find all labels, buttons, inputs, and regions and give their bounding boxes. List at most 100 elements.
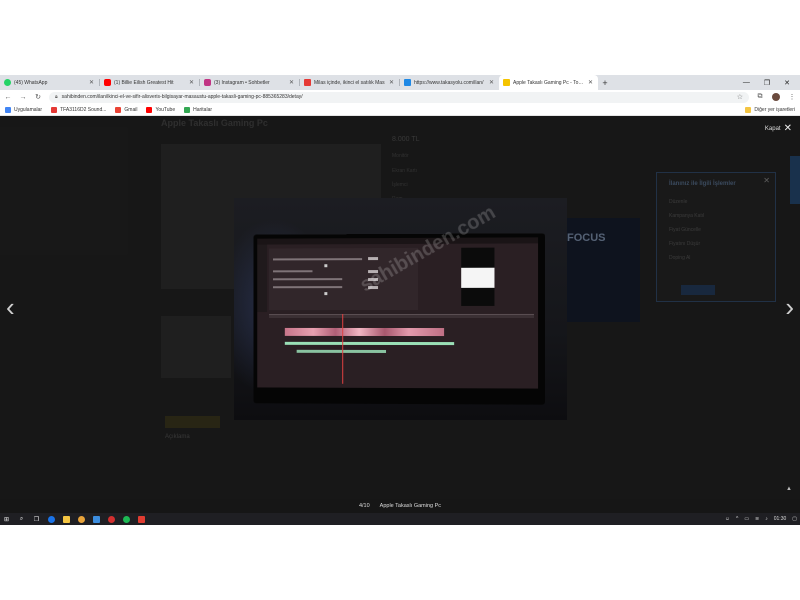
gmail-icon (115, 106, 122, 113)
next-image-icon[interactable]: › (785, 294, 794, 320)
close-icon[interactable]: ✕ (89, 79, 95, 86)
bookmark-label: YouTube (155, 106, 176, 113)
back-icon[interactable]: ← (4, 94, 12, 101)
volume-icon[interactable]: ♪ (765, 516, 768, 522)
wifi-icon[interactable]: ≋ (755, 516, 759, 522)
bookmark-sound[interactable]: TFA3116D2 Sound... (51, 106, 107, 113)
windows-taskbar: ⊞ ⌕ ❐ ☺ ^ ▭ ≋ ♪ 01:30 ▢ (0, 513, 800, 525)
tab-sahibinden-milas[interactable]: Milas içinde, ikinci el satılık Mas ✕ (300, 75, 399, 90)
checkbox (324, 292, 328, 296)
browser-tab-strip: (45) WhatsApp ✕ (1) Billie Eilish Greate… (0, 75, 800, 90)
tab-label: https://www.takasyolu.com/ilan/ (414, 79, 484, 86)
edge-icon[interactable] (48, 515, 55, 523)
extension-icon[interactable]: ⧉ (756, 93, 764, 101)
audio-track (284, 341, 455, 346)
app-icon[interactable] (93, 515, 100, 523)
tab-label: (45) WhatsApp (14, 79, 48, 86)
tab-whatsapp[interactable]: (45) WhatsApp ✕ (0, 75, 99, 90)
address-bar-row: ← → ↻ 🔒︎ sahibinden.com/ilan/ikinci-el-v… (0, 90, 800, 104)
editor-toolbar (257, 244, 268, 313)
expand-caption-icon[interactable]: ▲ (786, 486, 792, 492)
task-view-icon[interactable]: ❐ (33, 516, 40, 523)
checkbox (324, 264, 328, 268)
people-icon[interactable]: ☺ (725, 516, 730, 522)
tab-label: (3) Instagram • Sohbetler (214, 79, 270, 86)
top-margin (0, 0, 800, 75)
video-track (284, 327, 445, 337)
bookmark-label: Haritalar (193, 106, 213, 113)
youtube-icon (146, 106, 153, 113)
new-tab-button[interactable]: + (598, 75, 612, 90)
bookmark-star-icon[interactable]: ☆ (737, 93, 743, 101)
close-icon[interactable]: ✕ (389, 79, 395, 86)
image-caption: Apple Takaslı Gaming Pc (379, 503, 442, 509)
chrome-icon[interactable] (78, 515, 85, 523)
bookmark-label: Gmail (124, 106, 138, 113)
previous-image-icon[interactable]: ‹ (6, 294, 15, 320)
tab-instagram[interactable]: (3) Instagram • Sohbetler ✕ (200, 75, 299, 90)
takasyolu-icon (404, 79, 411, 86)
slider-row (272, 258, 363, 261)
close-icon[interactable]: ✕ (489, 79, 495, 86)
system-tray: ☺ ^ ▭ ≋ ♪ 01:30 ▢ (725, 516, 797, 522)
windows-start-icon[interactable]: ⊞ (3, 516, 10, 523)
apps-grid-icon (5, 106, 11, 113)
tab-label: (1) Billie Eilish Greatest Hit (114, 79, 174, 86)
office-icon[interactable] (138, 515, 145, 523)
bookmark-favicon (51, 106, 58, 113)
chevron-up-icon[interactable]: ^ (736, 516, 738, 522)
spotify-icon[interactable] (123, 515, 130, 523)
bookmark-maps[interactable]: Haritalar (184, 106, 213, 113)
preview-frame (461, 267, 495, 288)
close-label: Kapat (764, 125, 781, 132)
clock[interactable]: 01:30 (774, 516, 787, 522)
close-icon[interactable]: ✕ (189, 79, 195, 86)
url-input[interactable]: 🔒︎ sahibinden.com/ilan/ikinci-el-ve-sifi… (49, 91, 749, 103)
bookmarks-bar: Uygulamalar TFA3116D2 Sound... Gmail You… (0, 104, 800, 116)
tab-youtube[interactable]: (1) Billie Eilish Greatest Hit ✕ (100, 75, 199, 90)
whatsapp-icon (4, 79, 11, 86)
tab-label: Milas içinde, ikinci el satılık Mas (314, 79, 385, 86)
youtube-icon (104, 79, 111, 86)
tab-apple-gaming-pc[interactable]: Apple Takaslı Gaming Pc - Toplu ✕ (499, 75, 598, 90)
close-icon[interactable]: ✕ (289, 79, 295, 86)
tab-label: Apple Takaslı Gaming Pc - Toplu (513, 79, 585, 86)
lightbox-close-button[interactable]: Kapat ✕ (765, 123, 792, 134)
other-bookmarks[interactable]: Diğer yer işaretleri (745, 106, 795, 113)
opera-icon[interactable] (108, 515, 115, 523)
minimize-icon[interactable]: — (743, 79, 750, 86)
editor-menubar (257, 237, 539, 245)
bookmark-label: TFA3116D2 Sound... (60, 106, 107, 113)
restore-icon[interactable]: ❐ (764, 79, 770, 87)
sahibinden-icon (304, 79, 311, 86)
bookmark-label: Diğer yer işaretleri (754, 106, 795, 113)
search-icon[interactable]: ⌕ (18, 516, 25, 523)
close-icon[interactable]: ✕ (588, 79, 594, 86)
bookmark-apps[interactable]: Uygulamalar (5, 106, 42, 113)
close-window-icon[interactable]: ✕ (784, 79, 790, 87)
lightbox-photo: sahibinden.com (234, 198, 567, 420)
lightbox-caption-bar: 4/10 Apple Takaslı Gaming Pc (0, 499, 800, 513)
bookmark-gmail[interactable]: Gmail (115, 106, 138, 113)
reload-icon[interactable]: ↻ (34, 93, 42, 101)
notifications-icon[interactable]: ▢ (792, 516, 797, 522)
sahibinden-icon (503, 79, 510, 86)
toolbar-right: ⧉ ⋮ (756, 93, 796, 101)
maps-icon (184, 106, 191, 113)
bottom-margin (0, 525, 800, 600)
lock-icon: 🔒︎ (55, 94, 58, 100)
timeline-playhead (342, 314, 344, 384)
folder-icon (745, 106, 752, 113)
avatar[interactable] (772, 93, 780, 101)
forward-icon[interactable]: → (19, 94, 27, 101)
timeline-ruler (269, 313, 534, 319)
slider-row (272, 286, 343, 289)
menu-icon[interactable]: ⋮ (788, 93, 796, 101)
battery-icon[interactable]: ▭ (744, 516, 749, 522)
page-viewport: Apple Takaslı Gaming Pc 8.000 TL Monitör… (0, 116, 800, 508)
bookmark-youtube[interactable]: YouTube (146, 106, 176, 113)
editor-preview (461, 247, 495, 306)
tab-takasyolu[interactable]: https://www.takasyolu.com/ilan/ ✕ (400, 75, 499, 90)
file-explorer-icon[interactable] (63, 515, 70, 523)
url-text: sahibinden.com/ilan/ikinci-el-ve-sifir-a… (61, 94, 303, 100)
